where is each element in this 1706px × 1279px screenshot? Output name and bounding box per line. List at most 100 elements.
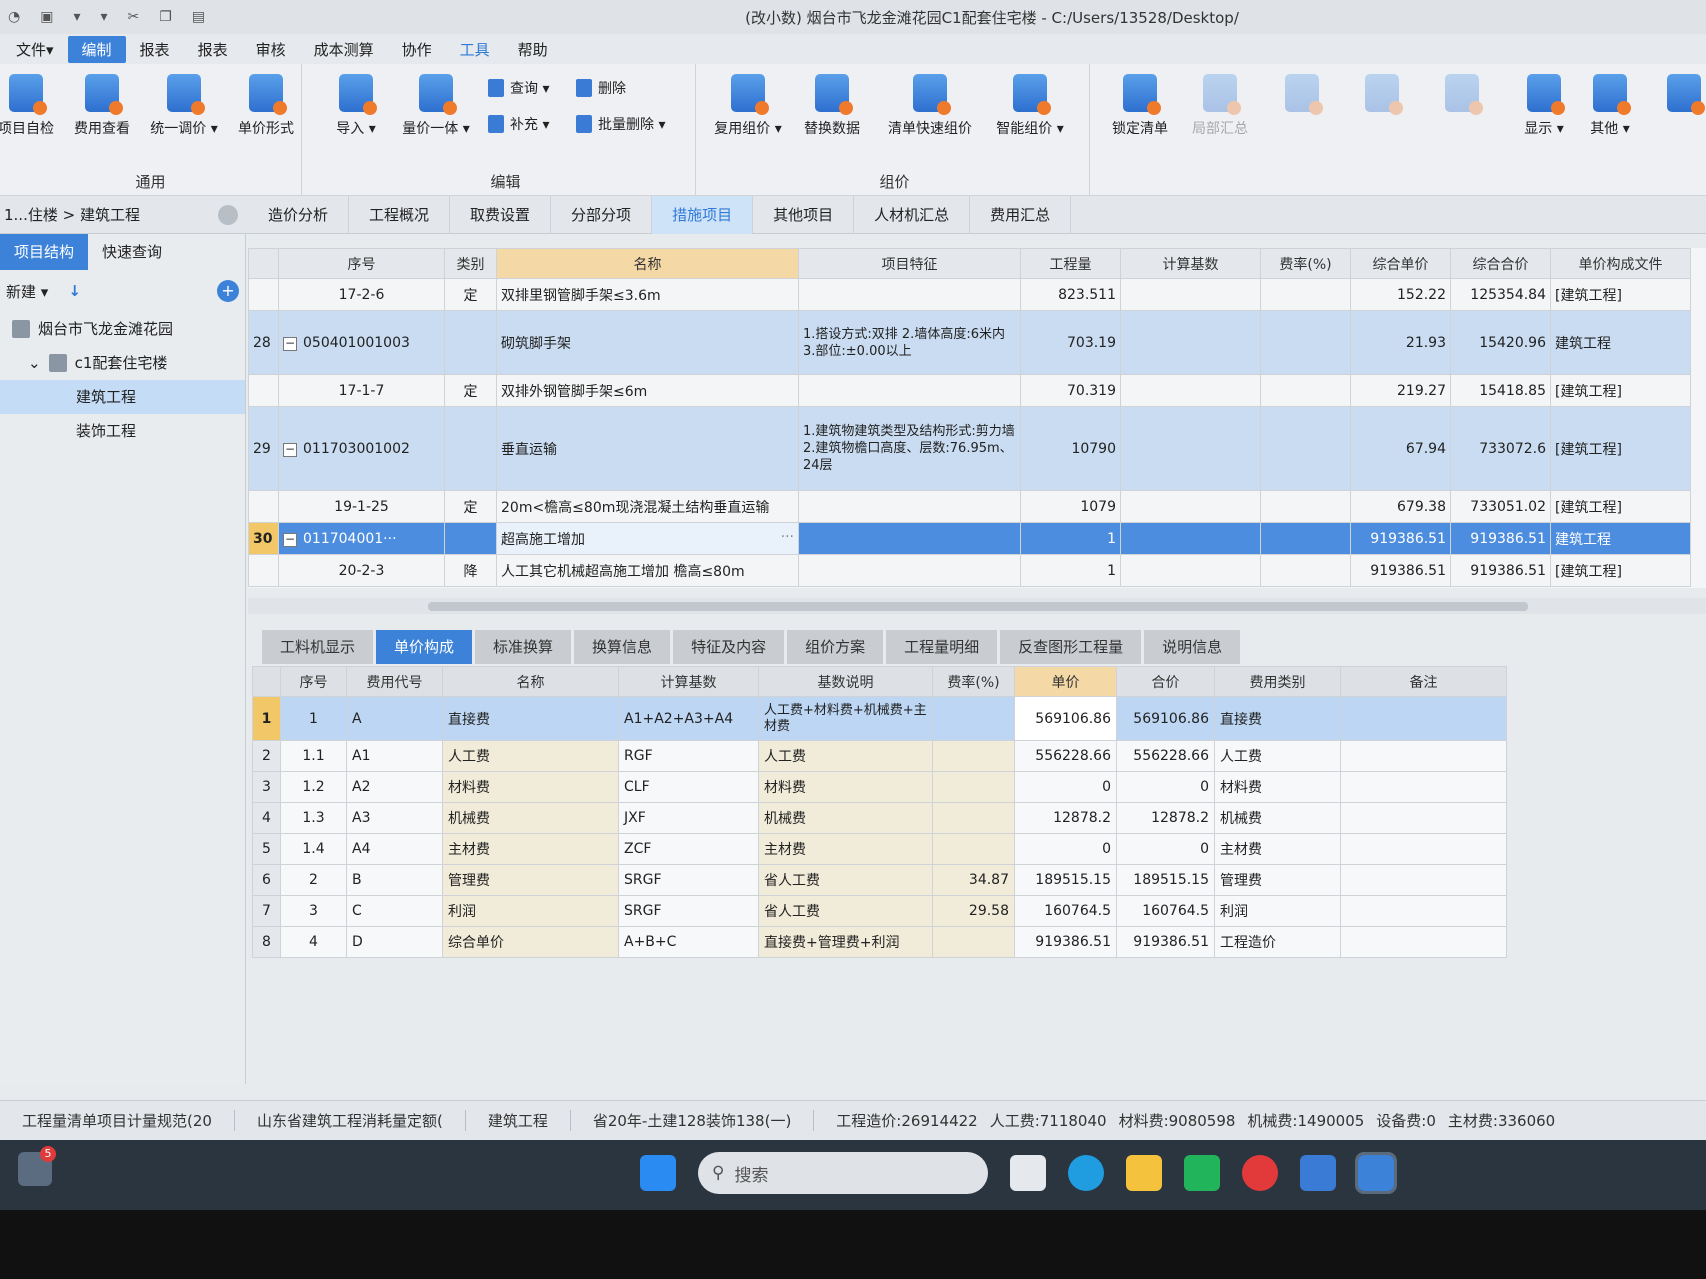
name-cell[interactable]: 材料费 xyxy=(442,771,619,803)
horizontal-scrollbar[interactable] xyxy=(248,598,1706,614)
status-spec[interactable]: 工程量清单项目计量规范(20 xyxy=(0,1110,235,1131)
base-cell[interactable] xyxy=(1120,310,1261,375)
smart-price-button[interactable]: 智能组价 ▾ xyxy=(990,74,1070,138)
rate-cell[interactable] xyxy=(932,740,1015,772)
name-cell[interactable]: 直接费 xyxy=(442,696,619,741)
tab-reverse-graphic[interactable]: 反查图形工程量 xyxy=(1000,630,1142,664)
chevron-down-icon[interactable]: ⌄ xyxy=(28,346,41,380)
table-row[interactable]: 6 2 B 管理费 SRGF 省人工费 34.87 189515.15 1895… xyxy=(252,864,1507,896)
tab-project-structure[interactable]: 项目结构 xyxy=(0,234,89,270)
red-app-icon[interactable] xyxy=(1242,1155,1278,1191)
category-cell[interactable]: 材料费 xyxy=(1214,771,1341,803)
reuse-price-button[interactable]: 复用组价 ▾ xyxy=(708,74,788,138)
unit-price-form-button[interactable]: 单价形式 xyxy=(226,74,306,138)
tab-other-items[interactable]: 其他项目 xyxy=(753,195,855,234)
ribbon-button-faded-2[interactable] xyxy=(1342,74,1422,118)
undo-icon[interactable]: ▾ xyxy=(73,9,80,25)
task-view-icon[interactable] xyxy=(1010,1155,1046,1191)
name-cell[interactable]: 双排里钢管脚手架≤3.6m xyxy=(496,278,799,311)
table-row-selected[interactable]: 30 −011704001··· 超高施工增加 ··· 1 919386.51 9… xyxy=(248,522,1691,555)
qty-cell[interactable]: 1079 xyxy=(1020,490,1121,523)
category-cell[interactable]: 管理费 xyxy=(1214,864,1341,896)
add-icon[interactable]: + xyxy=(217,280,239,302)
base-cell[interactable]: JXF xyxy=(618,802,759,834)
weather-widget-icon[interactable]: 5 xyxy=(18,1146,56,1186)
category-cell[interactable]: 机械费 xyxy=(1214,802,1341,834)
file-cell[interactable]: [建筑工程] xyxy=(1550,278,1691,311)
tab-sub-items[interactable]: 分部分项 xyxy=(551,195,653,234)
tab-description[interactable]: 说明信息 xyxy=(1144,630,1241,664)
table-row[interactable]: 19-1-25 定 20m<檐高≤80m现浇混凝土结构垂直运输 1079 679… xyxy=(248,490,1691,523)
base-cell[interactable] xyxy=(1120,490,1261,523)
collapse-icon[interactable]: − xyxy=(283,532,297,547)
fee-view-button[interactable]: 费用查看 xyxy=(62,74,142,138)
remark-cell[interactable] xyxy=(1340,895,1507,927)
menu-report-1[interactable]: 报表 xyxy=(126,36,184,63)
pricing-app-icon[interactable] xyxy=(1355,1152,1397,1194)
table-row-selected[interactable]: 1 1 A 直接费 A1+A2+A3+A4 人工费+材料费+机械费+主材费 56… xyxy=(252,696,1507,741)
code-cell[interactable]: 17-2-6 xyxy=(278,278,445,311)
rate-cell[interactable] xyxy=(1260,278,1351,311)
seq-cell[interactable]: 3 xyxy=(280,895,347,927)
type-cell[interactable] xyxy=(444,406,497,491)
redo-icon[interactable]: ▾ xyxy=(100,9,107,25)
qty-cell[interactable]: 10790 xyxy=(1020,406,1121,491)
base-cell[interactable]: RGF xyxy=(618,740,759,772)
status-quota[interactable]: 山东省建筑工程消耗量定额( xyxy=(235,1110,466,1131)
remark-cell[interactable] xyxy=(1340,833,1507,865)
ribbon-button-faded-3[interactable] xyxy=(1422,74,1502,118)
supplement-button[interactable]: 补充 ▾ xyxy=(488,114,549,134)
tab-quick-query[interactable]: 快速查询 xyxy=(88,234,176,270)
tree-node-building[interactable]: ⌄ c1配套住宅楼 xyxy=(0,346,245,380)
type-cell[interactable] xyxy=(444,522,497,555)
name-cell[interactable]: 综合单价 xyxy=(442,926,619,958)
tree-node-decoration[interactable]: 装饰工程 xyxy=(0,414,245,448)
category-cell[interactable]: 人工费 xyxy=(1214,740,1341,772)
desc-cell[interactable]: 人工费 xyxy=(758,740,933,772)
base-cell[interactable] xyxy=(1120,554,1261,587)
more-icon[interactable]: ··· xyxy=(781,529,794,545)
table-row[interactable]: 17-1-7 定 双排外钢管脚手架≤6m 70.319 219.27 15418… xyxy=(248,374,1691,407)
seq-cell[interactable]: 1.1 xyxy=(280,740,347,772)
desc-cell[interactable]: 人工费+材料费+机械费+主材费 xyxy=(758,696,933,741)
tab-features-content[interactable]: 特征及内容 xyxy=(673,630,785,664)
name-cell[interactable]: 机械费 xyxy=(442,802,619,834)
tab-unit-price-composition[interactable]: 单价构成 xyxy=(376,630,473,664)
code-cell[interactable]: A2 xyxy=(346,771,443,803)
qty-cell[interactable]: 703.19 xyxy=(1020,310,1121,375)
desc-cell[interactable]: 主材费 xyxy=(758,833,933,865)
category-cell[interactable]: 利润 xyxy=(1214,895,1341,927)
category-cell[interactable]: 工程造价 xyxy=(1214,926,1341,958)
tab-project-overview[interactable]: 工程概况 xyxy=(349,195,451,234)
status-fee-template[interactable]: 省20年-土建128装饰138(一) xyxy=(571,1110,815,1131)
tab-standard-conversion[interactable]: 标准换算 xyxy=(475,630,572,664)
table-row[interactable]: 3 1.2 A2 材料费 CLF 材料费 0 0 材料费 xyxy=(252,771,1507,803)
menu-cost-calc[interactable]: 成本测算 xyxy=(300,36,388,63)
rate-cell[interactable] xyxy=(1260,406,1351,491)
file-cell[interactable]: [建筑工程] xyxy=(1550,406,1691,491)
base-cell[interactable]: SRGF xyxy=(618,864,759,896)
table-row[interactable]: 28 −050401001003 砌筑脚手架 1.搭设方式:双排 2.墙体高度:… xyxy=(248,310,1691,375)
rate-cell[interactable] xyxy=(1260,490,1351,523)
name-cell[interactable]: 人工费 xyxy=(442,740,619,772)
batch-delete-button[interactable]: 批量删除 ▾ xyxy=(576,114,665,134)
base-cell[interactable] xyxy=(1120,406,1261,491)
tab-cost-analysis[interactable]: 造价分析 xyxy=(248,195,350,234)
menu-review[interactable]: 审核 xyxy=(242,36,300,63)
name-cell[interactable]: 20m<檐高≤80m现浇混凝土结构垂直运输 xyxy=(496,490,799,523)
code-cell[interactable]: A4 xyxy=(346,833,443,865)
name-cell[interactable]: 超高施工增加 ··· xyxy=(496,522,799,555)
menu-edit[interactable]: 编制 xyxy=(67,35,126,63)
file-cell[interactable]: [建筑工程] xyxy=(1550,490,1691,523)
project-check-button[interactable]: 项目自检 xyxy=(0,74,66,138)
feature-cell[interactable] xyxy=(798,278,1021,311)
qty-cell[interactable]: 823.511 xyxy=(1020,278,1121,311)
rate-cell[interactable] xyxy=(1260,554,1351,587)
rate-cell[interactable] xyxy=(932,696,1015,741)
desc-cell[interactable]: 材料费 xyxy=(758,771,933,803)
menu-collab[interactable]: 协作 xyxy=(388,36,446,63)
tab-measures[interactable]: 措施项目 xyxy=(652,195,754,234)
category-cell[interactable]: 主材费 xyxy=(1214,833,1341,865)
tab-labor-material-display[interactable]: 工料机显示 xyxy=(262,630,374,664)
seq-cell[interactable]: 2 xyxy=(280,864,347,896)
